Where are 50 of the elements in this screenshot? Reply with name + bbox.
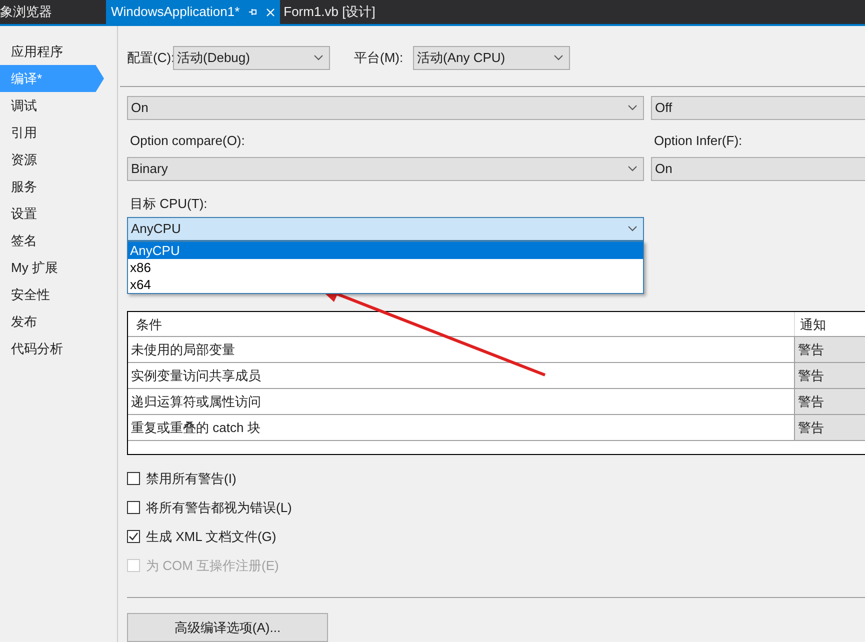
document-tab[interactable]: 象浏览器 — [0, 0, 106, 24]
sidebar-item[interactable]: 代码分析 — [0, 335, 104, 362]
field-label: Option Infer(F): — [653, 132, 744, 150]
checkbox-label: 生成 XML 文档文件(G) — [146, 528, 276, 546]
chevron-down-icon — [554, 55, 563, 61]
checkbox-label: 禁用所有警告(I) — [146, 470, 236, 488]
chevron-down-icon — [628, 105, 637, 111]
sidebar-item[interactable]: My 扩展 — [0, 254, 104, 281]
field-label: 目标 CPU(T): — [129, 195, 208, 213]
table-cell[interactable]: 警告 — [795, 389, 865, 414]
chevron-down-icon — [314, 55, 323, 61]
field-label: 平台(M): — [354, 49, 404, 68]
sidebar-item[interactable]: 调试 — [0, 92, 104, 119]
advanced-options-button[interactable]: 高级编译选项(A)... — [127, 612, 328, 642]
sidebar-item[interactable]: 引用 — [0, 119, 104, 146]
dropdown-field[interactable]: On — [127, 96, 644, 120]
column-header: 条件 — [128, 312, 795, 336]
chevron-down-icon — [628, 226, 637, 232]
table-cell[interactable]: 警告 — [795, 363, 865, 388]
sidebar-item[interactable]: 安全性 — [0, 281, 104, 308]
dropdown-field[interactable]: Binary — [127, 157, 644, 181]
sidebar-item[interactable]: 资源 — [0, 146, 104, 173]
dropdown-field[interactable]: Off — [651, 96, 865, 120]
dropdown-field[interactable]: On — [651, 157, 865, 181]
dropdown-field[interactable]: 活动(Any CPU) — [413, 46, 570, 70]
dropdown-field[interactable]: 活动(Debug) — [173, 46, 330, 70]
chevron-down-icon — [628, 166, 637, 172]
sidebar-item[interactable]: 服务 — [0, 173, 104, 200]
table-cell[interactable]: 警告 — [795, 337, 865, 362]
sidebar-item[interactable]: 发布 — [0, 308, 104, 335]
sidebar-item[interactable]: 签名 — [0, 227, 104, 254]
sidebar-item[interactable]: 设置 — [0, 200, 104, 227]
document-tab[interactable]: Form1.vb [设计] — [284, 0, 430, 24]
pin-icon[interactable] — [248, 7, 258, 17]
table-cell[interactable]: 警告 — [795, 415, 865, 440]
dropdown-field[interactable]: AnyCPU — [127, 217, 644, 242]
checkbox[interactable] — [127, 530, 140, 543]
checkbox-label: 为 COM 互操作注册(E) — [146, 556, 279, 575]
checkbox[interactable] — [127, 500, 140, 514]
dropdown-option[interactable]: x86 — [128, 259, 643, 276]
document-tab[interactable]: WindowsApplication1* — [106, 0, 280, 24]
dropdown-option[interactable]: x64 — [128, 276, 643, 294]
close-icon[interactable] — [266, 8, 275, 16]
field-label: Option compare(O): — [129, 132, 246, 150]
dropdown-option[interactable]: AnyCPU — [128, 242, 643, 260]
field-label: 配置(C): — [127, 49, 173, 68]
checkbox[interactable] — [127, 472, 140, 485]
checkbox-label: 将所有警告都视为错误(L) — [146, 498, 292, 517]
sidebar-item[interactable]: 应用程序 — [0, 38, 104, 65]
column-header: 通知 — [799, 316, 827, 334]
